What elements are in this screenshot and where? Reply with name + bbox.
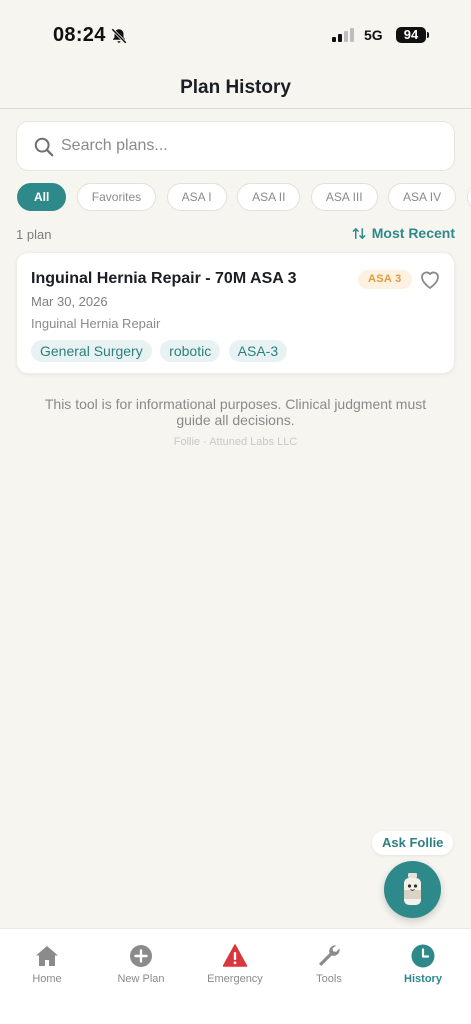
battery-nub: [427, 32, 429, 38]
sort-arrows-icon: [352, 227, 366, 239]
plan-date: Mar 30, 2026: [31, 294, 108, 309]
filter-chip-asa-ii[interactable]: ASA II: [237, 183, 301, 211]
filter-chip-asa-i[interactable]: ASA I: [166, 183, 227, 211]
search-icon: [34, 137, 54, 157]
plan-count: 1 plan: [16, 227, 52, 242]
filter-chip-asa-iii[interactable]: ASA III: [310, 183, 378, 211]
search-input[interactable]: [61, 122, 441, 170]
filter-chip-all[interactable]: All: [17, 183, 67, 211]
filter-chip-more[interactable]: [466, 183, 471, 211]
tag-general-surgery: General Surgery: [31, 340, 152, 362]
network-label: 5G: [364, 27, 383, 43]
status-time: 08:24: [53, 24, 106, 46]
bottle-mascot-icon: [404, 873, 421, 905]
footer-credit: Follie · Attuned Labs LLC: [173, 436, 298, 448]
sort-button[interactable]: Most Recent: [352, 225, 455, 241]
clock-icon: [411, 944, 435, 968]
nav-emergency-label: Emergency: [207, 973, 263, 985]
nav-new-plan-label: New Plan: [117, 973, 165, 985]
nav-emergency[interactable]: Emergency: [188, 943, 282, 985]
bell-muted-icon: [111, 28, 127, 44]
disclaimer: This tool is for informational purposes.…: [44, 396, 427, 428]
page-title: Plan History: [180, 77, 291, 98]
asa-badge: ASA 3: [358, 270, 412, 289]
plus-circle-icon: [130, 945, 152, 967]
wrench-icon: [319, 945, 340, 966]
tag-asa-3: ASA-3: [228, 340, 288, 362]
battery-icon: 94: [396, 27, 426, 43]
nav-tools-label: Tools: [316, 973, 342, 985]
plan-procedure: Inguinal Hernia Repair: [31, 316, 161, 331]
filter-chip-favorites[interactable]: Favorites: [76, 183, 157, 211]
plan-tags: General Surgery robotic ASA-3: [31, 340, 291, 362]
filter-chips: All Favorites ASA I ASA II ASA III ASA I…: [17, 183, 471, 211]
search-bar[interactable]: [16, 121, 455, 171]
nav-tools[interactable]: Tools: [282, 943, 376, 985]
bottom-nav: Home New Plan Emergency Tools History: [0, 928, 471, 1024]
nav-history-label: History: [404, 973, 442, 985]
ask-follie-button[interactable]: [384, 861, 441, 918]
plan-card[interactable]: Inguinal Hernia Repair - 70M ASA 3 ASA 3…: [16, 252, 455, 374]
plan-title: Inguinal Hernia Repair - 70M ASA 3: [31, 270, 297, 287]
nav-new-plan[interactable]: New Plan: [94, 943, 188, 985]
nav-home[interactable]: Home: [0, 943, 94, 985]
warning-triangle-icon: [222, 944, 248, 967]
nav-history[interactable]: History: [376, 943, 470, 985]
heart-icon[interactable]: [418, 268, 442, 290]
sort-label: Most Recent: [371, 225, 455, 241]
filter-chip-asa-iv[interactable]: ASA IV: [388, 183, 457, 211]
home-icon: [36, 946, 58, 966]
nav-home-label: Home: [32, 973, 62, 985]
header: Plan History: [0, 66, 471, 109]
ask-follie-label[interactable]: Ask Follie: [372, 831, 454, 855]
signal-icon: [332, 28, 354, 42]
tag-robotic: robotic: [160, 340, 221, 362]
status-bar: 08:24 5G 94: [0, 0, 471, 66]
